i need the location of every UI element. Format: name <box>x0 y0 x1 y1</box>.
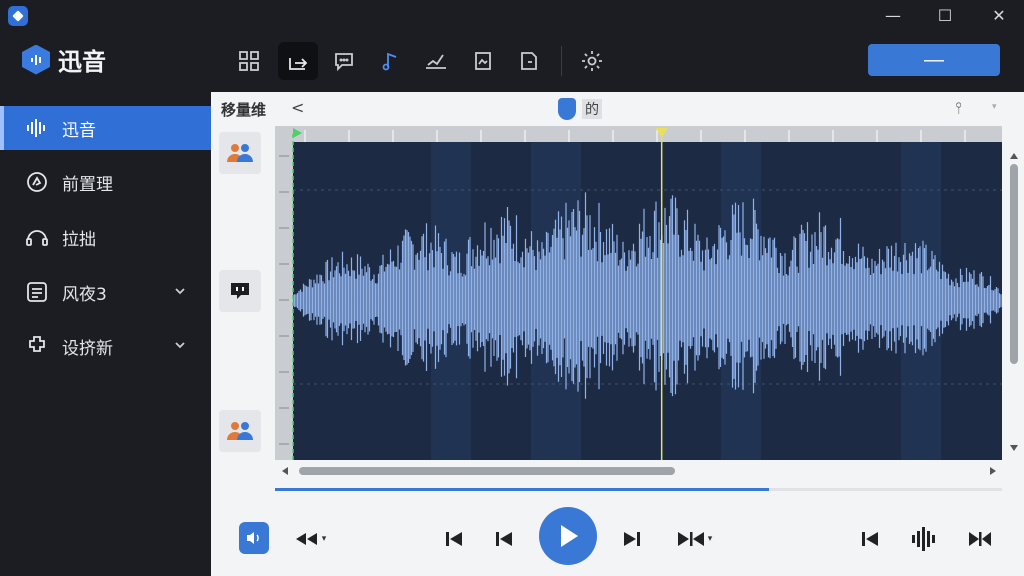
start-marker-handle[interactable] <box>293 128 302 138</box>
sidebar-item-label: 风夜3 <box>62 284 107 305</box>
editor-panel: 移量维 < 的 ⫯ ▾ ▾ ▾ <box>211 92 1024 576</box>
app-corner-icon <box>8 6 28 26</box>
volume-button[interactable] <box>239 522 269 554</box>
marker-pin-icon <box>558 98 576 120</box>
layout-icon <box>239 51 259 71</box>
previous-button[interactable] <box>487 522 521 556</box>
layout-tool-button[interactable] <box>229 42 269 80</box>
speakers-button[interactable] <box>219 132 261 174</box>
curve-tool-button[interactable] <box>416 42 456 80</box>
people-icon <box>227 144 253 162</box>
previous-icon <box>496 532 512 546</box>
minimize-button[interactable]: — <box>878 4 908 28</box>
export-icon <box>289 58 308 70</box>
split-tool-dropdown[interactable]: ▾ <box>992 102 997 112</box>
maximize-button[interactable]: ☐ <box>930 4 960 28</box>
rewind-button[interactable]: ▾ <box>293 522 327 556</box>
speakers-button-secondary[interactable] <box>219 410 261 452</box>
scroll-left-icon[interactable] <box>281 467 289 475</box>
music-note-icon <box>382 52 397 71</box>
marker-label: 的 <box>582 99 602 119</box>
vertical-scroll-thumb[interactable] <box>1010 164 1018 364</box>
scroll-right-icon[interactable] <box>989 467 997 475</box>
title-bar: — ☐ ✕ 迅音 — <box>0 0 1024 92</box>
sidebar-item-label: 前置理 <box>62 174 113 195</box>
play-icon <box>561 525 578 547</box>
sidebar-item-settings[interactable]: 设挤新 <box>0 324 211 368</box>
next-icon <box>624 532 640 546</box>
player-controls: ▾ ▾ <box>211 502 1024 576</box>
marker-badge[interactable]: 的 <box>558 98 602 120</box>
primary-action-button[interactable]: — <box>868 44 1000 76</box>
next-button[interactable] <box>615 522 649 556</box>
mark-end-button[interactable] <box>963 522 997 556</box>
frame-tool-button[interactable] <box>463 42 503 80</box>
scroll-up-icon[interactable] <box>1010 152 1018 160</box>
mark-end-icon <box>969 532 991 546</box>
waveform-canvas[interactable] <box>275 126 1002 460</box>
sidebar-item-label: 迅音 <box>62 120 96 141</box>
waveform-overlay <box>279 128 966 460</box>
sidebar-item-xunyin[interactable]: 迅音 <box>0 106 211 150</box>
waveform-icon <box>912 527 935 551</box>
waveform-icon <box>24 115 50 141</box>
bell-icon <box>24 169 50 195</box>
puzzle-icon <box>24 333 50 359</box>
waveform-view-button[interactable] <box>907 522 941 556</box>
comment-tool-button[interactable] <box>324 42 364 80</box>
playback-progress-fill <box>275 488 770 491</box>
mark-start-icon <box>862 532 878 546</box>
brand-logo-icon <box>22 44 50 75</box>
horizontal-scrollbar[interactable] <box>281 464 1001 478</box>
brand: 迅音 <box>22 42 106 77</box>
sidebar-item-label: 设挤新 <box>62 338 113 359</box>
back-button[interactable]: < <box>291 98 304 117</box>
speech-bubble-icon <box>231 283 249 299</box>
sidebar-item-preprocess[interactable]: 前置理 <box>0 160 211 204</box>
settings-tool-button[interactable] <box>572 42 612 80</box>
skip-to-start-button[interactable] <box>437 522 471 556</box>
sidebar-item-style[interactable]: 风夜3 <box>0 270 211 314</box>
mark-start-button[interactable] <box>853 522 887 556</box>
headphone-icon <box>24 224 50 250</box>
music-tool-button[interactable] <box>370 42 410 80</box>
frame-icon <box>475 52 491 70</box>
curve-icon <box>426 54 446 69</box>
comment-icon <box>335 53 353 72</box>
play-button[interactable] <box>539 507 597 565</box>
app-title: 迅音 <box>58 48 106 76</box>
rewind-dropdown[interactable]: ▾ <box>322 534 327 544</box>
sidebar: 迅音 前置理 拉拙 风夜3 设挤新 <box>0 92 211 576</box>
skip-end-button[interactable]: ▾ <box>669 522 719 556</box>
speaker-icon <box>247 532 259 544</box>
rewind-icon <box>295 533 317 545</box>
document-icon <box>521 52 537 70</box>
skip-start-icon <box>446 532 462 546</box>
sidebar-item-label: 拉拙 <box>62 229 96 250</box>
scroll-down-icon[interactable] <box>1010 444 1018 452</box>
document-tool-button[interactable] <box>509 42 549 80</box>
vertical-scrollbar[interactable] <box>1008 152 1020 452</box>
horizontal-scroll-thumb[interactable] <box>299 467 675 475</box>
playback-progress[interactable] <box>275 488 1002 491</box>
sidebar-item-drag[interactable]: 拉拙 <box>0 215 211 259</box>
list-icon <box>24 279 50 305</box>
split-tool-button[interactable]: ⫯ <box>955 98 962 118</box>
settings-gear-icon <box>582 51 602 71</box>
skip-end-icon <box>677 532 704 546</box>
toolbar-divider <box>561 46 562 76</box>
chevron-down-icon[interactable] <box>173 338 187 352</box>
track-label: 移量维 <box>221 101 267 119</box>
caption-button[interactable] <box>219 270 261 312</box>
people-icon <box>227 422 253 440</box>
chevron-down-icon[interactable] <box>173 284 187 298</box>
export-tool-button[interactable] <box>278 42 318 80</box>
close-button[interactable]: ✕ <box>984 4 1014 28</box>
skip-end-dropdown[interactable]: ▾ <box>708 534 713 544</box>
